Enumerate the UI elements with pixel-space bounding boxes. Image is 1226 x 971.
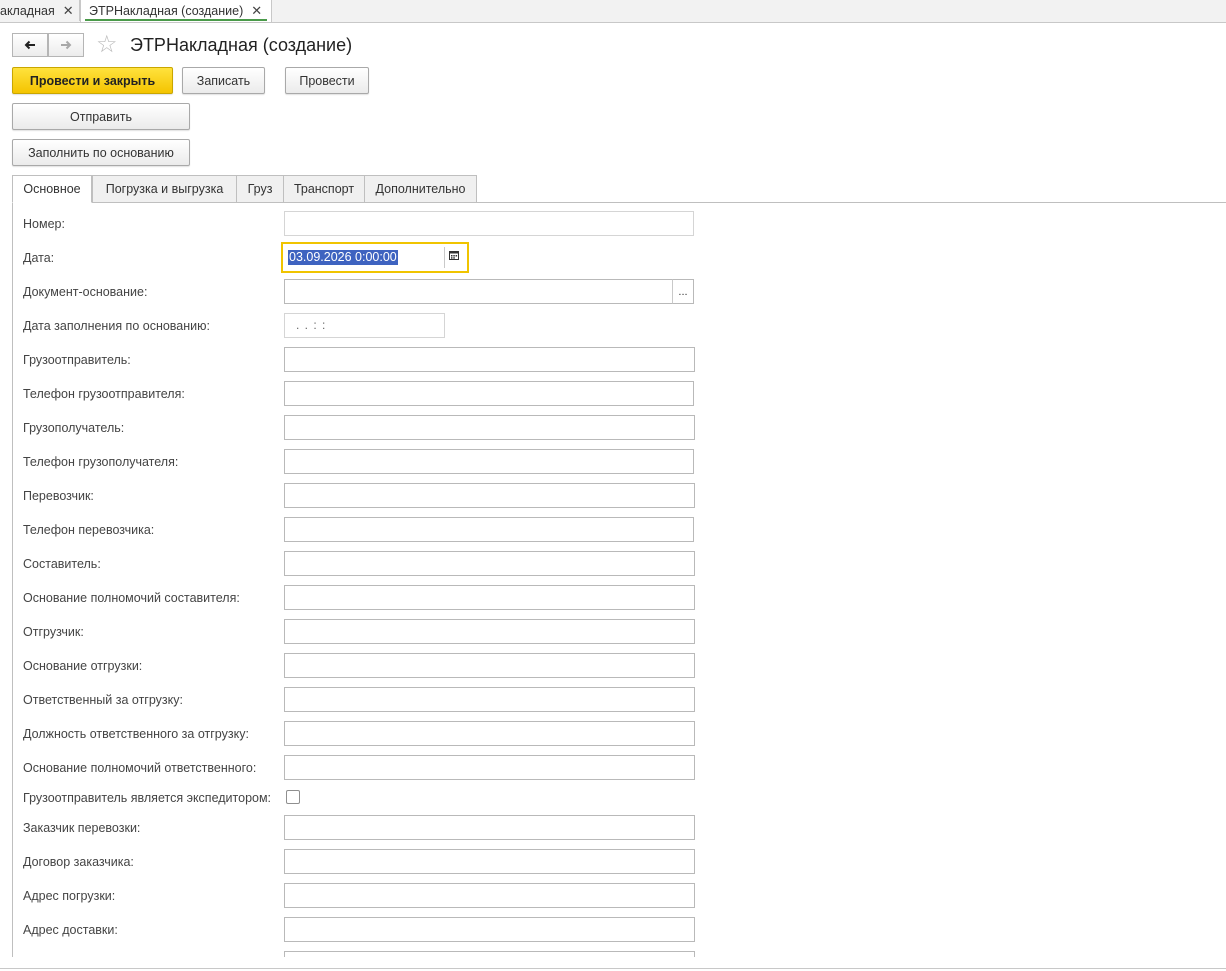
shipper-label: Грузоотправитель:: [23, 353, 131, 367]
forward-button[interactable]: [48, 33, 84, 57]
shipper-forwarder-label: Грузоотправитель является экспедитором:: [23, 791, 272, 805]
responsible-authority-input[interactable]: [284, 755, 695, 780]
panel-border: [12, 203, 13, 957]
shipment-basis-label: Основание отгрузки:: [23, 659, 143, 673]
customer-contract-label: Договор заказчика:: [23, 855, 134, 869]
author-authority-input[interactable]: [284, 585, 695, 610]
carrier-phone-input[interactable]: [284, 517, 694, 542]
carrier-input[interactable]: [284, 483, 695, 508]
shipper-phone-input[interactable]: [284, 381, 694, 406]
consignee-label: Грузополучатель:: [23, 421, 125, 435]
window-tab-bar: акладная ✕ ЭТРНакладная (создание) ✕: [0, 0, 1226, 23]
window-tab-invoice[interactable]: акладная ✕: [0, 0, 80, 21]
shipper-input[interactable]: [284, 347, 695, 372]
author-authority-label: Основание полномочий составителя:: [23, 591, 240, 605]
consignee-phone-label: Телефон грузополучателя:: [23, 455, 179, 469]
date-input[interactable]: 03.09.2026 0:00:00: [281, 242, 469, 273]
loader-input[interactable]: [284, 619, 695, 644]
date-separator: [444, 247, 445, 268]
consignee-input[interactable]: [284, 415, 695, 440]
post-and-close-button[interactable]: Провести и закрыть: [12, 67, 173, 94]
next-field-input[interactable]: [284, 951, 695, 957]
delivery-address-input[interactable]: [284, 917, 695, 942]
back-button[interactable]: [12, 33, 48, 57]
tab-additional[interactable]: Дополнительно: [364, 175, 477, 203]
window-tab-label: акладная: [0, 3, 55, 18]
arrow-left-icon: [24, 40, 35, 50]
loading-address-label: Адрес погрузки:: [23, 889, 116, 903]
delivery-address-label: Адрес доставки:: [23, 923, 118, 937]
shipment-basis-input[interactable]: [284, 653, 695, 678]
window-bottom-border: [0, 968, 1226, 969]
window-tab-etr-invoice[interactable]: ЭТРНакладная (создание) ✕: [80, 0, 272, 22]
consignee-phone-input[interactable]: [284, 449, 694, 474]
author-label: Составитель:: [23, 557, 101, 571]
fill-date-mask: . . : :: [296, 318, 327, 332]
basis-document-input[interactable]: [284, 279, 673, 304]
responsible-input[interactable]: [284, 687, 695, 712]
basis-document-label: Документ-основание:: [23, 285, 148, 299]
carrier-label: Перевозчик:: [23, 489, 94, 503]
close-icon[interactable]: ✕: [63, 3, 74, 19]
loader-label: Отгрузчик:: [23, 625, 84, 639]
shipper-forwarder-checkbox[interactable]: [286, 790, 300, 804]
responsible-position-label: Должность ответственного за отгрузку:: [23, 727, 249, 741]
customer-contract-input[interactable]: [284, 849, 695, 874]
post-button[interactable]: Провести: [285, 67, 369, 94]
star-icon[interactable]: ☆: [96, 31, 118, 59]
responsible-position-input[interactable]: [284, 721, 695, 746]
author-input[interactable]: [284, 551, 695, 576]
fill-by-basis-button[interactable]: Заполнить по основанию: [12, 139, 190, 166]
arrow-right-icon: [61, 40, 72, 50]
close-icon[interactable]: ✕: [251, 3, 262, 19]
tab-loading-unloading[interactable]: Погрузка и выгрузка: [92, 175, 237, 203]
loading-address-input[interactable]: [284, 883, 695, 908]
date-label: Дата:: [23, 251, 55, 265]
customer-label: Заказчик перевозки:: [23, 821, 141, 835]
number-input[interactable]: [284, 211, 694, 236]
responsible-label: Ответственный за отгрузку:: [23, 693, 183, 707]
carrier-phone-label: Телефон перевозчика:: [23, 523, 155, 537]
select-button[interactable]: ...: [672, 279, 694, 304]
calendar-icon[interactable]: [449, 250, 459, 263]
shipper-phone-label: Телефон грузоотправителя:: [23, 387, 185, 401]
tab-transport[interactable]: Транспорт: [283, 175, 365, 203]
fill-date-label: Дата заполнения по основанию:: [23, 319, 210, 333]
customer-input[interactable]: [284, 815, 695, 840]
window-tab-label: ЭТРНакладная (создание): [89, 4, 244, 18]
number-label: Номер:: [23, 217, 65, 231]
tab-main[interactable]: Основное: [12, 175, 92, 203]
save-button[interactable]: Записать: [182, 67, 265, 94]
send-button[interactable]: Отправить: [12, 103, 190, 130]
page-title: ЭТРНакладная (создание): [130, 35, 353, 55]
responsible-authority-label: Основание полномочий ответственного:: [23, 761, 257, 775]
tab-cargo[interactable]: Груз: [236, 175, 284, 203]
date-value: 03.09.2026 0:00:00: [288, 250, 398, 265]
